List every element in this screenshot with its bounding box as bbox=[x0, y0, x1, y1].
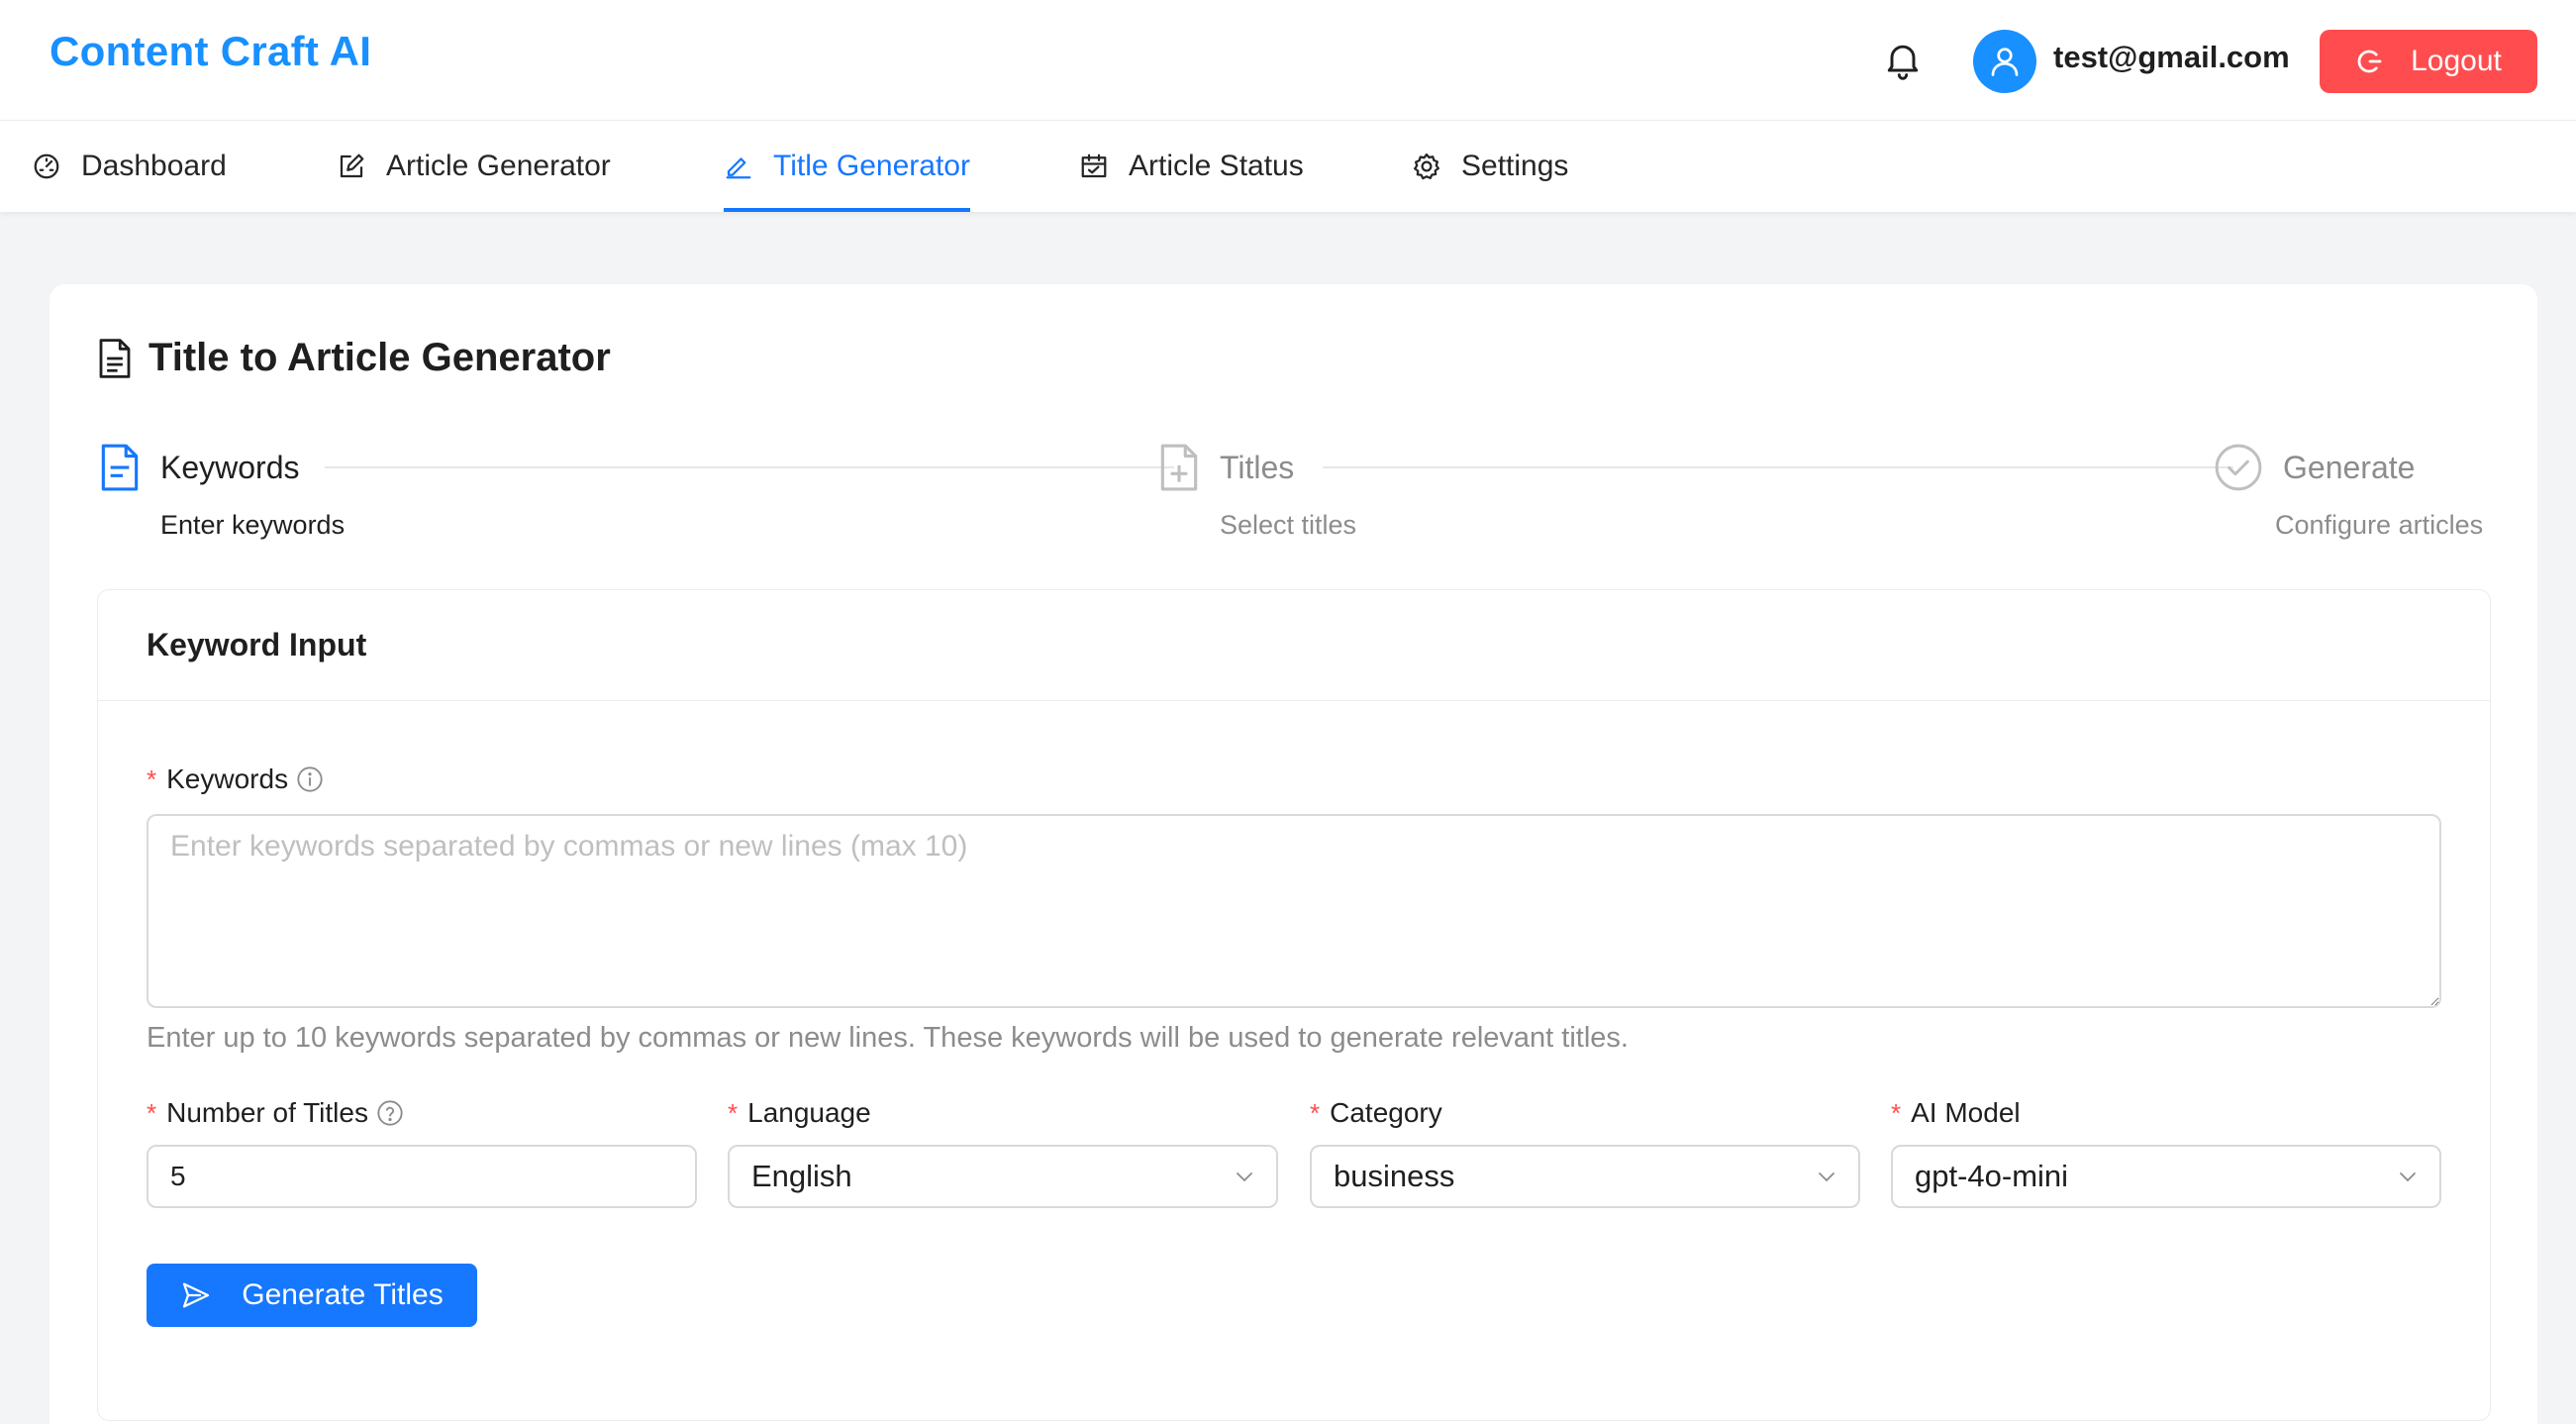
required-asterisk: * bbox=[1310, 1097, 1321, 1128]
nav-article-generator[interactable]: Article Generator bbox=[337, 121, 611, 212]
step-connector bbox=[1323, 466, 2233, 468]
required-asterisk: * bbox=[1891, 1097, 1902, 1128]
step-titles[interactable]: Titles Select titles bbox=[1158, 443, 1356, 541]
language-select[interactable]: English bbox=[728, 1145, 1278, 1208]
nav-article-status-label: Article Status bbox=[1129, 150, 1304, 182]
page-title-text: Title to Article Generator bbox=[149, 336, 611, 379]
generate-titles-button[interactable]: Generate Titles bbox=[147, 1264, 477, 1327]
calendar-check-icon bbox=[1081, 153, 1107, 178]
nav-settings-label: Settings bbox=[1461, 150, 1569, 182]
required-asterisk: * bbox=[147, 763, 157, 794]
file-text-icon bbox=[99, 338, 131, 378]
dashboard-icon bbox=[34, 153, 59, 179]
logout-button[interactable]: Logout bbox=[2320, 30, 2537, 93]
main-card: Title to Article Generator Keywords Ente… bbox=[50, 284, 2537, 1424]
ai-model-value: gpt-4o-mini bbox=[1915, 1159, 2069, 1193]
nav-article-status[interactable]: Article Status bbox=[1079, 121, 1304, 212]
edit-square-icon bbox=[340, 153, 364, 178]
required-asterisk: * bbox=[147, 1097, 157, 1128]
step-connector bbox=[325, 466, 1174, 468]
nav-settings[interactable]: Settings bbox=[1412, 121, 1568, 212]
language-label: * Language bbox=[728, 1097, 871, 1129]
top-header: Content Craft AI test@gmail.com Logout bbox=[0, 0, 2576, 121]
required-asterisk: * bbox=[728, 1097, 739, 1128]
check-circle-icon bbox=[2215, 444, 2262, 491]
logout-icon bbox=[2357, 50, 2382, 73]
chevron-down-icon bbox=[1819, 1172, 1834, 1181]
page-title: Title to Article Generator bbox=[97, 336, 611, 380]
num-titles-label: * Number of Titles bbox=[147, 1097, 404, 1129]
nav-title-generator-label: Title Generator bbox=[773, 150, 970, 182]
info-icon[interactable] bbox=[296, 765, 324, 793]
step-generate-desc: Configure articles bbox=[2275, 510, 2484, 540]
user-icon bbox=[1991, 48, 2019, 76]
generate-titles-label: Generate Titles bbox=[242, 1278, 444, 1311]
category-label: * Category bbox=[1310, 1097, 1442, 1129]
file-add-icon bbox=[1160, 444, 1198, 491]
file-text-icon bbox=[101, 444, 139, 491]
step-generate-title: Generate bbox=[2283, 449, 2416, 485]
ai-model-select[interactable]: gpt-4o-mini bbox=[1891, 1145, 2441, 1208]
step-keywords-title: Keywords bbox=[160, 449, 300, 485]
num-titles-input[interactable] bbox=[147, 1145, 697, 1208]
chevron-down-icon bbox=[2400, 1172, 2416, 1181]
keyword-input-panel: Keyword Input * Keywords Enter up to 10 … bbox=[97, 589, 2491, 1421]
step-keywords-desc: Enter keywords bbox=[160, 510, 346, 540]
keywords-textarea[interactable] bbox=[147, 814, 2441, 1008]
keywords-help-text: Enter up to 10 keywords separated by com… bbox=[147, 1022, 1629, 1054]
pencil-icon bbox=[726, 157, 751, 179]
step-generate[interactable]: Generate Configure articles bbox=[2214, 443, 2483, 541]
nav-title-generator[interactable]: Title Generator bbox=[724, 121, 970, 212]
keywords-label-text: Keywords bbox=[166, 763, 289, 794]
question-circle-icon[interactable] bbox=[376, 1099, 404, 1127]
notification-bell-icon[interactable] bbox=[1881, 38, 1925, 81]
gear-icon bbox=[1414, 153, 1439, 180]
app-logo[interactable]: Content Craft AI bbox=[50, 28, 371, 75]
step-keywords[interactable]: Keywords Enter keywords bbox=[99, 443, 345, 541]
language-value: English bbox=[751, 1159, 852, 1193]
nav-dashboard[interactable]: Dashboard bbox=[32, 121, 227, 212]
send-icon bbox=[183, 1282, 210, 1308]
nav-dashboard-label: Dashboard bbox=[81, 150, 227, 182]
user-email: test@gmail.com bbox=[2053, 40, 2290, 74]
category-select[interactable]: business bbox=[1310, 1145, 1860, 1208]
nav-article-generator-label: Article Generator bbox=[386, 150, 611, 182]
panel-title: Keyword Input bbox=[98, 590, 2490, 701]
ai-model-label-text: AI Model bbox=[1911, 1097, 2021, 1128]
chevron-down-icon bbox=[1237, 1172, 1252, 1181]
ai-model-label: * AI Model bbox=[1891, 1097, 2021, 1129]
language-label-text: Language bbox=[747, 1097, 871, 1128]
category-value: business bbox=[1334, 1159, 1455, 1193]
logout-label: Logout bbox=[2411, 45, 2502, 77]
category-label-text: Category bbox=[1330, 1097, 1442, 1128]
main-nav: Dashboard Article Generator Title Genera… bbox=[0, 121, 2576, 212]
num-titles-label-text: Number of Titles bbox=[166, 1097, 368, 1128]
user-avatar[interactable] bbox=[1973, 30, 2036, 93]
keywords-label: * Keywords bbox=[147, 763, 324, 795]
step-titles-desc: Select titles bbox=[1220, 510, 1357, 540]
step-titles-title: Titles bbox=[1220, 449, 1295, 485]
